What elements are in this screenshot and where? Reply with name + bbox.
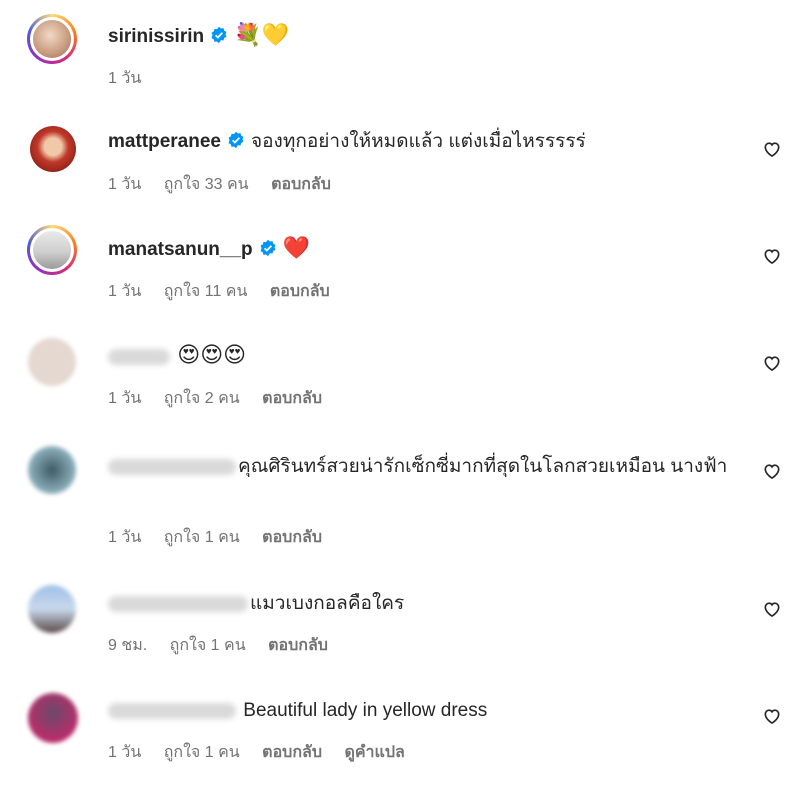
avatar[interactable] (27, 14, 77, 64)
comment-time: 1 วัน (108, 390, 142, 407)
comment-meta: 1 วัน ถูกใจ 11 คน ตอบกลับ (108, 279, 348, 304)
comment-likes[interactable]: ถูกใจ 1 คน (164, 744, 240, 761)
comment-meta: 1 วัน ถูกใจ 2 คน ตอบกลับ (108, 386, 340, 411)
comment-username[interactable]: sirinissirin (108, 26, 204, 47)
verified-badge-icon (211, 26, 227, 44)
avatar[interactable] (30, 126, 76, 172)
comment-text: 😍😍😍 (177, 343, 247, 368)
comment-text: คุณศิรินทร์สวยน่ารักเซ็กซี่มากที่สุดในโล… (238, 456, 728, 477)
verified-badge-icon (260, 239, 276, 257)
comment-time: 1 วัน (108, 70, 142, 87)
heart-outline-icon[interactable] (762, 599, 782, 619)
reply-button[interactable]: ตอบกลับ (262, 744, 322, 761)
comment-likes[interactable]: ถูกใจ 1 คน (170, 637, 246, 654)
comment-meta: 9 ชม. ถูกใจ 1 คน ตอบกลับ (108, 633, 346, 658)
comment-meta: 1 วัน ถูกใจ 1 คน ตอบกลับ ดูคำแปล (108, 740, 423, 765)
heart-outline-icon[interactable] (762, 706, 782, 726)
avatar[interactable] (28, 446, 76, 494)
comment-time: 9 ชม. (108, 637, 148, 654)
comment-username[interactable]: mattperanee (108, 131, 221, 152)
reply-button[interactable]: ตอบกลับ (271, 176, 331, 193)
verified-badge-icon (228, 131, 244, 149)
comment-likes[interactable]: ถูกใจ 2 คน (164, 390, 240, 407)
comment-time: 1 วัน (108, 176, 142, 193)
translate-button[interactable]: ดูคำแปล (344, 744, 404, 761)
comment-username[interactable]: manatsanun__p (108, 239, 253, 260)
avatar[interactable] (28, 338, 76, 386)
comment-meta: 1 วัน ถูกใจ 1 คน ตอบกลับ (108, 525, 340, 550)
comment-time: 1 วัน (108, 283, 142, 300)
comment-likes[interactable]: ถูกใจ 11 คน (164, 283, 248, 300)
comment-likes[interactable]: ถูกใจ 1 คน (164, 529, 240, 546)
comment-time: 1 วัน (108, 529, 142, 546)
comment-text: จองทุกอย่างให้หมดแล้ว แต่งเมื่อไหรรรรร่ (251, 131, 586, 152)
reply-button[interactable]: ตอบกลับ (268, 637, 328, 654)
comment-meta: 1 วัน (108, 66, 159, 91)
reply-button[interactable]: ตอบกลับ (262, 529, 322, 546)
avatar[interactable] (28, 585, 76, 633)
heart-outline-icon[interactable] (762, 139, 782, 159)
heart-outline-icon[interactable] (762, 461, 782, 481)
avatar[interactable] (27, 225, 77, 275)
comment-text: Beautiful lady in yellow dress (243, 700, 488, 721)
heart-outline-icon[interactable] (762, 246, 782, 266)
comment-username[interactable] (108, 595, 248, 612)
comment-time: 1 วัน (108, 744, 142, 761)
reply-button[interactable]: ตอบกลับ (262, 390, 322, 407)
comment-username[interactable] (108, 458, 236, 475)
comment-text: แมวเบงกอลคือใคร (250, 593, 405, 614)
heart-outline-icon[interactable] (762, 353, 782, 373)
comment-username[interactable] (108, 348, 170, 365)
reply-button[interactable]: ตอบกลับ (270, 283, 330, 300)
comment-text: 💐💛 (234, 23, 289, 48)
comment-meta: 1 วัน ถูกใจ 33 คน ตอบกลับ (108, 172, 349, 197)
avatar[interactable] (28, 693, 78, 743)
comment-likes[interactable]: ถูกใจ 33 คน (164, 176, 249, 193)
comment-username[interactable] (108, 702, 236, 719)
comment-text: ❤️ (282, 236, 311, 261)
